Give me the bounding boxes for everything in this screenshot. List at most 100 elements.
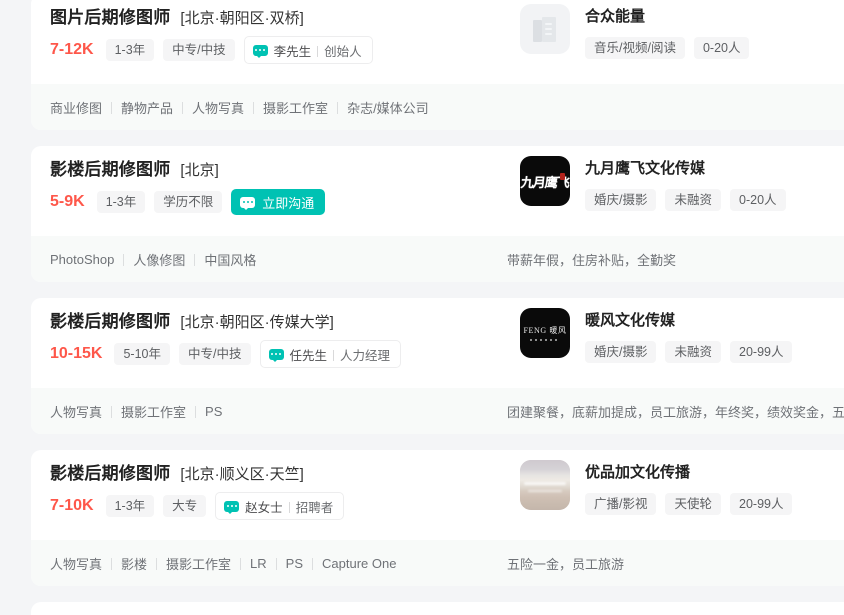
skill-tag: PS	[205, 403, 223, 419]
skill-tag: Capture One	[322, 555, 397, 571]
job-card[interactable]: 影楼后期修图师 [北京·顺义区·天竺] 7-10K 1-3年 大专 赵女士 招聘…	[31, 450, 844, 586]
company-name[interactable]: 九月鹰飞文化传媒	[585, 157, 795, 178]
job-header: 影楼后期修图师 [北京·顺义区·天竺]	[50, 459, 304, 484]
skill-tag: 影楼	[121, 556, 148, 572]
skill-tag-list: 人物写真 影楼 摄影工作室 LR PS Capture One	[50, 554, 396, 573]
job-card-body: 图片后期修图师 [北京·朝阳区·双桥] 7-12K 1-3年 中专/中技 李先生…	[31, 0, 844, 84]
job-list-page: 图片后期修图师 [北京·朝阳区·双桥] 7-12K 1-3年 中专/中技 李先生…	[0, 0, 844, 615]
company-block[interactable]: 优品加文化传播 广播/影视 天使轮 20-99人	[520, 460, 801, 515]
job-card-footer: 人物写真 摄影工作室 PS 团建聚餐，底薪加提成，员工旅游，年终奖，绩效奖金，五…	[31, 388, 844, 434]
job-title[interactable]: 影楼后期修图师	[50, 307, 170, 332]
job-card[interactable]: 影楼后期修图师 [北京] 5-9K 1-3年 学历不限 立即沟通 九月鹰飞 九月…	[31, 146, 844, 282]
job-header: 影楼后期修图师 [北京·朝阳区·传媒大学]	[50, 307, 334, 332]
company-block[interactable]: 合众能量 音乐/视频/阅读 0-20人	[520, 4, 758, 59]
company-logo-text: FENG 暖风	[523, 326, 567, 335]
company-block[interactable]: FENG 暖风 暖风文化传媒 婚庆/摄影 未融资 20-99人	[520, 308, 801, 363]
job-meta-row: 7-10K 1-3年 大专 赵女士 招聘者	[50, 492, 345, 520]
company-block[interactable]: 九月鹰飞 九月鹰飞文化传媒 婚庆/摄影 未融资 0-20人	[520, 156, 795, 211]
company-text: 暖风文化传媒 婚庆/摄影 未融资 20-99人	[585, 308, 801, 363]
company-text: 九月鹰飞文化传媒 婚庆/摄影 未融资 0-20人	[585, 156, 795, 211]
skill-tag: PhotoShop	[50, 251, 115, 267]
company-text: 合众能量 音乐/视频/阅读 0-20人	[585, 4, 758, 59]
feng-logo-icon: FENG 暖风	[520, 308, 570, 358]
job-card-footer: 商业修图 静物产品 人物写真 摄影工作室 杂志/媒体公司	[31, 84, 844, 130]
skill-tag: 静物产品	[121, 100, 174, 116]
company-benefits: 五险一金，员工旅游	[507, 556, 625, 572]
company-name[interactable]: 暖风文化传媒	[585, 309, 801, 330]
job-experience-tag: 1-3年	[105, 495, 155, 517]
job-location: [北京]	[180, 162, 219, 179]
job-location: [北京·顺义区·天竺]	[180, 466, 304, 483]
company-industry-tag: 广播/影视	[585, 493, 657, 515]
company-industry-tag: 婚庆/摄影	[585, 189, 657, 211]
job-meta-row: 7-12K 1-3年 中专/中技 李先生 创始人	[50, 36, 373, 64]
job-meta-row: 10-15K 5-10年 中专/中技 任先生 人力经理	[50, 340, 402, 368]
job-education-tag: 中专/中技	[163, 39, 235, 61]
hr-name: 李先生	[273, 44, 312, 59]
hr-name: 赵女士	[245, 500, 283, 515]
divider	[317, 45, 319, 57]
skill-tag: 杂志/媒体公司	[347, 100, 429, 116]
skill-tag: 人物写真	[50, 556, 103, 572]
company-name[interactable]: 优品加文化传播	[585, 461, 801, 482]
skill-tag: 人像修图	[133, 252, 186, 268]
job-card-body: 影楼后期修图师 [北京] 5-9K 1-3年 学历不限 立即沟通 九月鹰飞 九月…	[31, 146, 844, 236]
job-card-footer: PhotoShop 人像修图 中国风格 带薪年假，住房补贴，全勤奖	[31, 236, 844, 282]
company-size-tag: 20-99人	[730, 341, 793, 363]
company-logo: 九月鹰飞	[520, 156, 570, 206]
skill-tag: 摄影工作室	[121, 404, 187, 420]
hr-name: 任先生	[289, 348, 328, 363]
hr-contact-chip[interactable]: 赵女士 招聘者	[215, 492, 345, 520]
job-title[interactable]: 影楼后期修图师	[50, 459, 170, 484]
skill-tag-list: 人物写真 摄影工作室 PS	[50, 402, 222, 421]
job-education-tag: 学历不限	[154, 191, 223, 213]
job-card[interactable]: 图片后期修图师 [北京·朝阳区·双桥] 7-12K 1-3年 中专/中技 李先生…	[31, 0, 844, 130]
job-card[interactable]: 影楼后期修图师 [北京·朝阳区·传媒大学] 10-15K 5-10年 中专/中技…	[31, 298, 844, 434]
job-education-tag: 中专/中技	[179, 343, 251, 365]
company-funding-tag: 未融资	[665, 341, 721, 363]
company-size-tag: 20-99人	[730, 493, 793, 515]
hr-contact-chip[interactable]: 任先生 人力经理	[259, 340, 402, 368]
job-title[interactable]: 影楼后期修图师	[50, 155, 170, 180]
job-location: [北京·朝阳区·传媒大学]	[180, 314, 334, 331]
skill-tag-list: PhotoShop 人像修图 中国风格	[50, 250, 256, 269]
company-funding-tag: 未融资	[665, 189, 721, 211]
building-icon	[533, 17, 557, 42]
job-card-partial[interactable]	[31, 602, 844, 615]
chat-bubble-icon	[252, 44, 268, 58]
chat-now-button[interactable]: 立即沟通	[231, 189, 326, 215]
skill-tag: 摄影工作室	[263, 100, 329, 116]
job-education-tag: 大专	[163, 495, 207, 517]
company-logo: FENG 暖风	[520, 308, 570, 358]
job-experience-tag: 5-10年	[114, 343, 171, 365]
company-tags: 婚庆/摄影 未融资 20-99人	[585, 341, 801, 363]
job-card-body	[31, 602, 844, 615]
job-salary: 7-10K	[50, 497, 94, 514]
job-experience-tag: 1-3年	[96, 191, 146, 213]
chat-bubble-icon	[240, 196, 256, 210]
beach-photo-icon	[520, 460, 570, 510]
skill-tag: 人物写真	[50, 404, 103, 420]
company-name[interactable]: 合众能量	[585, 5, 758, 26]
company-industry-tag: 音乐/视频/阅读	[585, 37, 685, 59]
hr-role: 招聘者	[295, 500, 334, 515]
chat-now-label: 立即沟通	[262, 195, 315, 211]
chat-bubble-icon	[224, 500, 240, 514]
skill-tag: LR	[250, 555, 267, 571]
job-salary: 5-9K	[50, 193, 85, 210]
divider	[288, 501, 290, 513]
skill-tag-list: 商业修图 静物产品 人物写真 摄影工作室 杂志/媒体公司	[50, 98, 429, 117]
chat-bubble-icon	[268, 348, 284, 362]
skill-tag: 商业修图	[50, 100, 103, 116]
job-card-body: 影楼后期修图师 [北京·顺义区·天竺] 7-10K 1-3年 大专 赵女士 招聘…	[31, 450, 844, 540]
company-text: 优品加文化传播 广播/影视 天使轮 20-99人	[585, 460, 801, 515]
company-benefits: 带薪年假，住房补贴，全勤奖	[507, 252, 677, 268]
company-logo	[520, 4, 570, 54]
job-title[interactable]: 图片后期修图师	[50, 3, 170, 28]
skill-tag: 摄影工作室	[166, 556, 232, 572]
calligraphy-logo-icon: 九月鹰飞	[520, 156, 570, 206]
skill-tag: 中国风格	[204, 252, 257, 268]
hr-contact-chip[interactable]: 李先生 创始人	[243, 36, 373, 64]
divider	[333, 349, 335, 361]
company-industry-tag: 婚庆/摄影	[585, 341, 657, 363]
